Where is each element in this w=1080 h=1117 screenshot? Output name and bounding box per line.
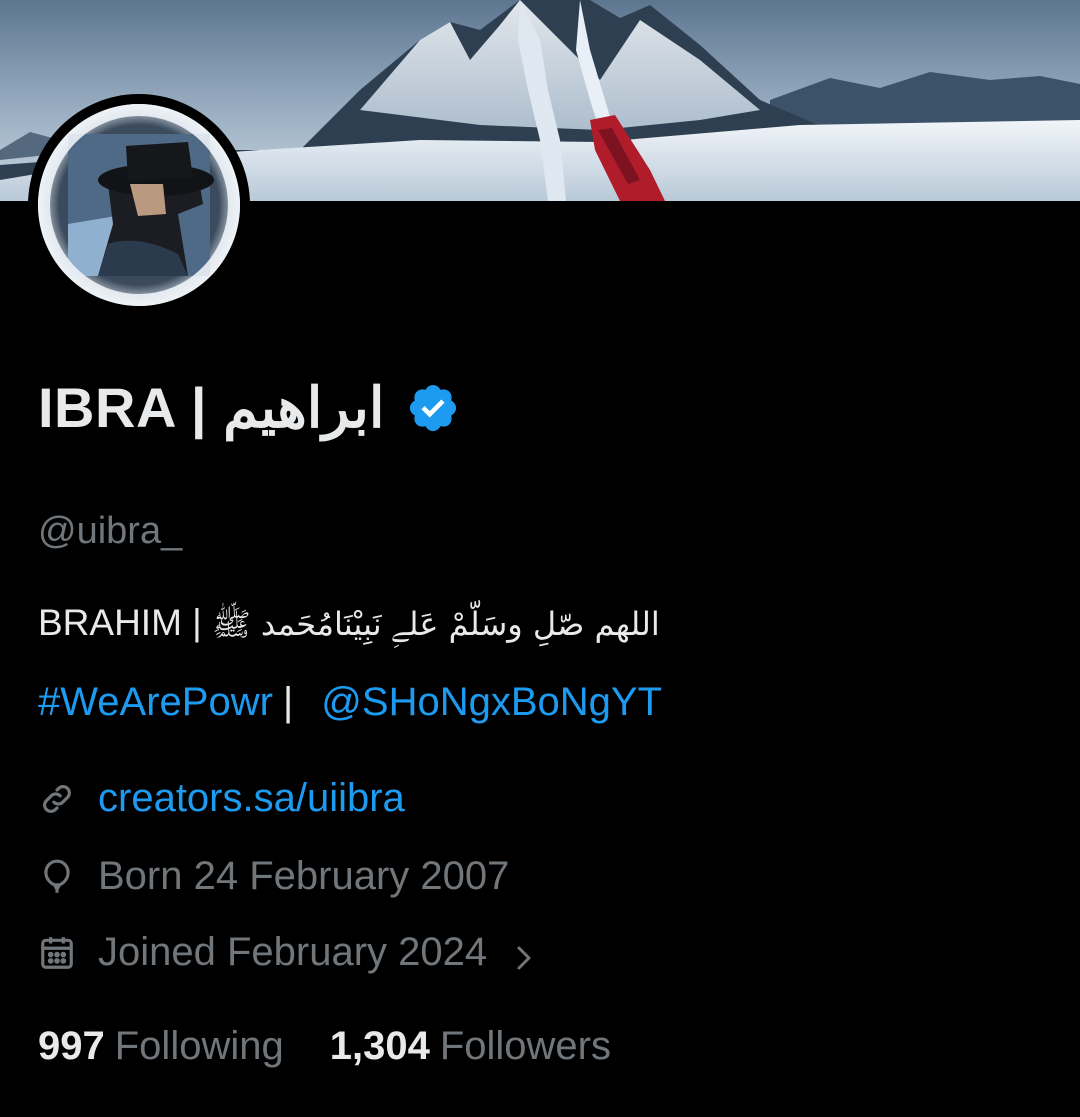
- hashtag-link[interactable]: #WeArePowr: [38, 680, 273, 724]
- birth-date: Born 24 February 2007: [98, 854, 510, 898]
- bio-links: #WeArePowr | @SHoNgxBoNgYT: [38, 680, 662, 725]
- display-name: IBRA | ابراهيم: [38, 376, 385, 439]
- joined-date: Joined February 2024: [98, 930, 488, 974]
- link-icon: [38, 780, 76, 818]
- following-label: Following: [114, 1024, 284, 1068]
- followers-link[interactable]: 1,304 Followers: [330, 1024, 611, 1068]
- followers-label: Followers: [439, 1024, 611, 1068]
- user-handle: @uibra_: [38, 510, 183, 552]
- name-row: IBRA | ابراهيم: [38, 376, 460, 440]
- website-link[interactable]: creators.sa/uiibra: [98, 776, 405, 821]
- followers-count: 1,304: [329, 1024, 430, 1068]
- avatar[interactable]: [38, 104, 240, 306]
- balloon-icon: [38, 858, 76, 896]
- verified-badge-icon[interactable]: [406, 381, 460, 435]
- bio: BRAHIM | اللهم صّلِ وسَلّمْ عَلےِ نَبِيْ…: [38, 602, 660, 651]
- birthday-row: Born 24 February 2007: [38, 854, 509, 899]
- bio-arabic-text: اللهم صّلِ وسَلّمْ عَلےِ نَبِيْنَامُحَمد…: [212, 605, 660, 643]
- joined-row[interactable]: Joined February 2024: [38, 930, 535, 975]
- chevron-right-icon[interactable]: [513, 938, 535, 969]
- website-row: creators.sa/uiibra: [38, 776, 405, 821]
- following-count: 997: [38, 1024, 105, 1068]
- bio-latin-text: BRAHIM |: [38, 602, 202, 643]
- avatar-image: [38, 104, 240, 306]
- calendar-icon: [38, 934, 76, 972]
- bio-separator: |: [282, 680, 294, 724]
- follow-stats: 997 Following 1,304 Followers: [38, 1024, 611, 1069]
- avatar-frame[interactable]: [28, 94, 250, 316]
- mention-link[interactable]: @SHoNgxBoNgYT: [321, 680, 662, 724]
- following-link[interactable]: 997 Following: [38, 1024, 284, 1068]
